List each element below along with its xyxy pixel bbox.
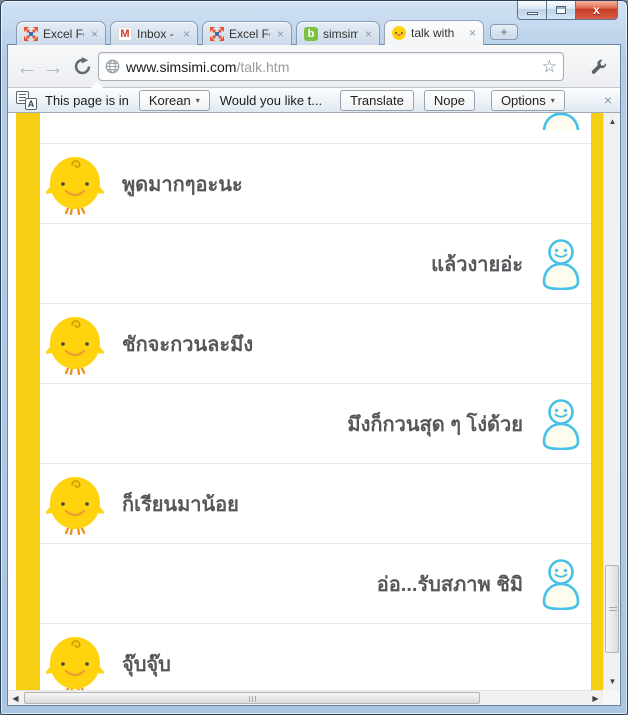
chat-row-simsimi: ก็เรียนมาน้อย: [40, 463, 591, 543]
user-avatar: [539, 398, 583, 450]
options-value: Options: [501, 93, 546, 108]
horizontal-scrollbar-thumb[interactable]: [24, 692, 480, 704]
chat-row-partial: [40, 113, 591, 143]
tab-excel-forum-1[interactable]: Excel For ×: [16, 21, 106, 45]
mrexcel-icon: [210, 27, 224, 41]
infobar-question-text: Would you like t...: [220, 93, 322, 108]
globe-icon: [105, 59, 120, 74]
close-icon: x: [593, 3, 600, 17]
back-button[interactable]: ←: [14, 45, 40, 88]
browser-client-area: ← → www.simsimi.com/talk.htm ☆ A This pa…: [8, 45, 620, 705]
bookmark-star-icon[interactable]: ☆: [542, 58, 557, 75]
tab-label: Excel For: [229, 27, 270, 41]
new-tab-button[interactable]: +: [490, 24, 518, 40]
user-avatar: [539, 558, 583, 610]
chat-message: ก็เรียนมาน้อย: [122, 488, 239, 520]
chat-row-user: มึงก็กวนสุด ๆ โง่ด้วย: [40, 383, 591, 463]
simsimi-icon: b: [304, 27, 318, 41]
translate-button[interactable]: Translate: [340, 90, 414, 111]
simsimi-chick-avatar: [46, 313, 104, 375]
simsimi-chick-avatar: [46, 153, 104, 215]
scroll-left-button[interactable]: ◀: [8, 691, 23, 706]
user-avatar-partial: [539, 113, 583, 130]
chat-message: ชักจะกวนละมึง: [122, 328, 253, 360]
infobar-prefix-text: This page is in: [45, 93, 129, 108]
window-controls: x: [517, 1, 618, 20]
horizontal-scrollbar[interactable]: ◀ ▶: [8, 690, 603, 705]
chat-log: พูดมากๆอะนะ แล้วงายอ่ะ: [40, 113, 591, 690]
scroll-down-button[interactable]: ▼: [604, 673, 620, 690]
maximize-button[interactable]: [546, 1, 575, 20]
simsimi-chick-avatar: [46, 473, 104, 535]
translate-icon: A: [16, 91, 37, 110]
wrench-icon: [590, 58, 608, 76]
translate-infobar: A This page is in Korean ▾ Would you lik…: [8, 88, 620, 113]
maximize-icon: [556, 6, 566, 14]
minimize-icon: [527, 12, 538, 15]
tab-gmail-inbox[interactable]: M Inbox - s ×: [110, 21, 198, 45]
reload-icon: [73, 57, 92, 76]
scroll-up-button[interactable]: ▲: [604, 113, 620, 130]
settings-wrench-button[interactable]: [584, 45, 614, 88]
browser-window: x Excel For × M Inbox - s × Excel For × …: [0, 0, 628, 715]
infobar-close-icon[interactable]: ×: [604, 92, 612, 108]
minimize-button[interactable]: [517, 1, 546, 20]
tab-strip: Excel For × M Inbox - s × Excel For × b …: [16, 21, 518, 45]
scrollbar-corner: [603, 690, 620, 705]
page-yellow-border-right: [591, 113, 603, 690]
chevron-down-icon: ▾: [551, 96, 555, 105]
scroll-right-button[interactable]: ▶: [588, 691, 603, 706]
tab-excel-forum-2[interactable]: Excel For ×: [202, 21, 292, 45]
tab-simsimi[interactable]: b simsimi ×: [296, 21, 380, 45]
chat-row-user: อ่อ...รับสภาพ ชิมิ: [40, 543, 591, 623]
chick-favicon: [392, 26, 406, 40]
tab-close-icon[interactable]: ×: [365, 27, 372, 41]
chevron-down-icon: ▾: [196, 96, 200, 105]
tab-close-icon[interactable]: ×: [277, 27, 284, 41]
options-dropdown[interactable]: Options ▾: [491, 90, 565, 111]
gmail-icon: M: [118, 27, 132, 41]
language-dropdown[interactable]: Korean ▾: [139, 90, 210, 111]
chat-message: อ่อ...รับสภาพ ชิมิ: [377, 568, 523, 600]
tab-close-icon[interactable]: ×: [91, 27, 98, 41]
simsimi-chick-avatar: [46, 633, 104, 690]
url-path: /talk.htm: [236, 59, 289, 75]
chat-row-simsimi: จุ๊บจุ๊บ: [40, 623, 591, 690]
forward-button[interactable]: →: [40, 45, 66, 88]
chat-message: แล้วงายอ่ะ: [431, 248, 523, 280]
page-gutter: [8, 113, 16, 690]
address-bar[interactable]: www.simsimi.com/talk.htm ☆: [98, 52, 564, 81]
chat-message: จุ๊บจุ๊บ: [122, 648, 171, 680]
language-value: Korean: [149, 93, 191, 108]
tab-label: talk with: [411, 26, 462, 40]
chat-row-simsimi: ชักจะกวนละมึง: [40, 303, 591, 383]
nope-button[interactable]: Nope: [424, 90, 475, 111]
user-avatar: [539, 238, 583, 290]
tab-label: Inbox - s: [137, 27, 176, 41]
close-window-button[interactable]: x: [575, 1, 618, 20]
tab-label: simsimi: [323, 27, 358, 41]
page-yellow-border-left: [16, 113, 40, 690]
chat-message: มึงก็กวนสุด ๆ โง่ด้วย: [347, 408, 523, 440]
chat-row-user: แล้วงายอ่ะ: [40, 223, 591, 303]
tab-close-icon[interactable]: ×: [469, 26, 476, 40]
chat-message: พูดมากๆอะนะ: [122, 168, 243, 200]
mrexcel-icon: [24, 27, 38, 41]
chat-row-simsimi: พูดมากๆอะนะ: [40, 143, 591, 223]
tab-close-icon[interactable]: ×: [183, 27, 190, 41]
infobar-notch: [90, 82, 104, 89]
tab-talk-with-active[interactable]: talk with ×: [384, 20, 484, 45]
page-viewport: พูดมากๆอะนะ แล้วงายอ่ะ: [8, 113, 620, 690]
tab-label: Excel For: [43, 27, 84, 41]
vertical-scrollbar[interactable]: ▲ ▼: [603, 113, 620, 690]
url-host: www.simsimi.com: [126, 59, 236, 75]
vertical-scrollbar-thumb[interactable]: [605, 565, 619, 653]
